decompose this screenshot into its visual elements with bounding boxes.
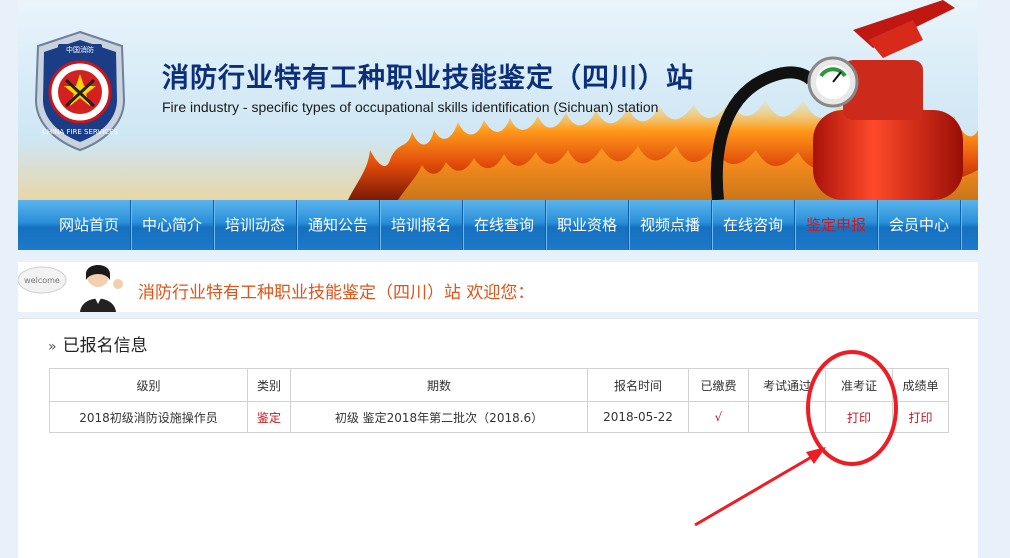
nav-item-notices[interactable]: 通知公告 <box>297 200 380 250</box>
cell-period: 初级 鉴定2018年第二批次（2018.6） <box>290 401 588 433</box>
nav-item-about[interactable]: 中心简介 <box>131 200 214 250</box>
section-title-label: 已报名信息 <box>62 336 148 356</box>
col-header-transcript: 成绩单 <box>892 368 949 402</box>
nav-item-online-consult[interactable]: 在线咨询 <box>712 200 795 250</box>
main-nav: 网站首页 中心简介 培训动态 通知公告 培训报名 在线查询 职业资格 视频点播 … <box>18 200 978 250</box>
site-banner: 中国消防 CHINA FIRE SERVICES 消防行业特有工种职业技能鉴定（… <box>18 0 978 200</box>
registration-panel: » 已报名信息 级别 类别 期数 报名时间 已缴费 考试通过 准考证 成绩单 20… <box>18 318 978 558</box>
nav-item-member-center[interactable]: 会员中心 <box>878 200 961 250</box>
cell-passed <box>748 401 826 433</box>
section-title: » 已报名信息 <box>48 331 148 356</box>
welcome-text: 消防行业特有工种职业技能鉴定（四川）站 欢迎您： <box>138 283 535 303</box>
print-transcript-link[interactable]: 打印 <box>908 411 932 425</box>
table-row: 2018初级消防设施操作员 鉴定 初级 鉴定2018年第二批次（2018.6） … <box>49 401 949 433</box>
nav-item-online-query[interactable]: 在线查询 <box>463 200 546 250</box>
svg-text:中国消防: 中国消防 <box>66 45 94 54</box>
svg-text:CHINA FIRE SERVICES: CHINA FIRE SERVICES <box>42 128 119 136</box>
col-header-passed: 考试通过 <box>748 368 826 402</box>
col-header-level: 级别 <box>49 368 248 402</box>
cell-date: 2018-05-22 <box>587 401 689 433</box>
welcome-girl-icon: welcome <box>18 265 123 312</box>
nav-item-training-signup[interactable]: 培训报名 <box>380 200 463 250</box>
svg-text:welcome: welcome <box>24 276 60 285</box>
registration-table: 级别 类别 期数 报名时间 已缴费 考试通过 准考证 成绩单 2018初级消防设… <box>49 368 949 433</box>
fire-service-emblem-icon: 中国消防 CHINA FIRE SERVICES <box>34 30 126 152</box>
double-chevron-icon: » <box>48 339 57 355</box>
print-admission-link[interactable]: 打印 <box>847 411 871 425</box>
nav-item-appraisal-apply[interactable]: 鉴定申报 <box>795 200 878 250</box>
cell-level: 2018初级消防设施操作员 <box>49 401 248 433</box>
welcome-bar: welcome 消防行业特有工种职业技能鉴定（四川）站 欢迎您： <box>18 262 978 312</box>
fire-extinguisher-icon <box>710 0 963 200</box>
cell-admission: 打印 <box>825 401 893 433</box>
nav-item-home[interactable]: 网站首页 <box>48 200 131 250</box>
col-header-date: 报名时间 <box>587 368 689 402</box>
site-subtitle: Fire industry - specific types of occupa… <box>162 99 659 115</box>
nav-item-qualifications[interactable]: 职业资格 <box>546 200 629 250</box>
col-header-paid: 已缴费 <box>688 368 749 402</box>
cell-transcript: 打印 <box>892 401 949 433</box>
col-header-period: 期数 <box>290 368 588 402</box>
col-header-category: 类别 <box>247 368 291 402</box>
table-header-row: 级别 类别 期数 报名时间 已缴费 考试通过 准考证 成绩单 <box>49 368 949 402</box>
cell-category: 鉴定 <box>247 401 291 433</box>
cell-paid: √ <box>688 401 749 433</box>
nav-item-training-news[interactable]: 培训动态 <box>214 200 297 250</box>
site-title: 消防行业特有工种职业技能鉴定（四川）站 <box>162 63 694 94</box>
col-header-admission: 准考证 <box>825 368 893 402</box>
nav-item-video[interactable]: 视频点播 <box>629 200 712 250</box>
